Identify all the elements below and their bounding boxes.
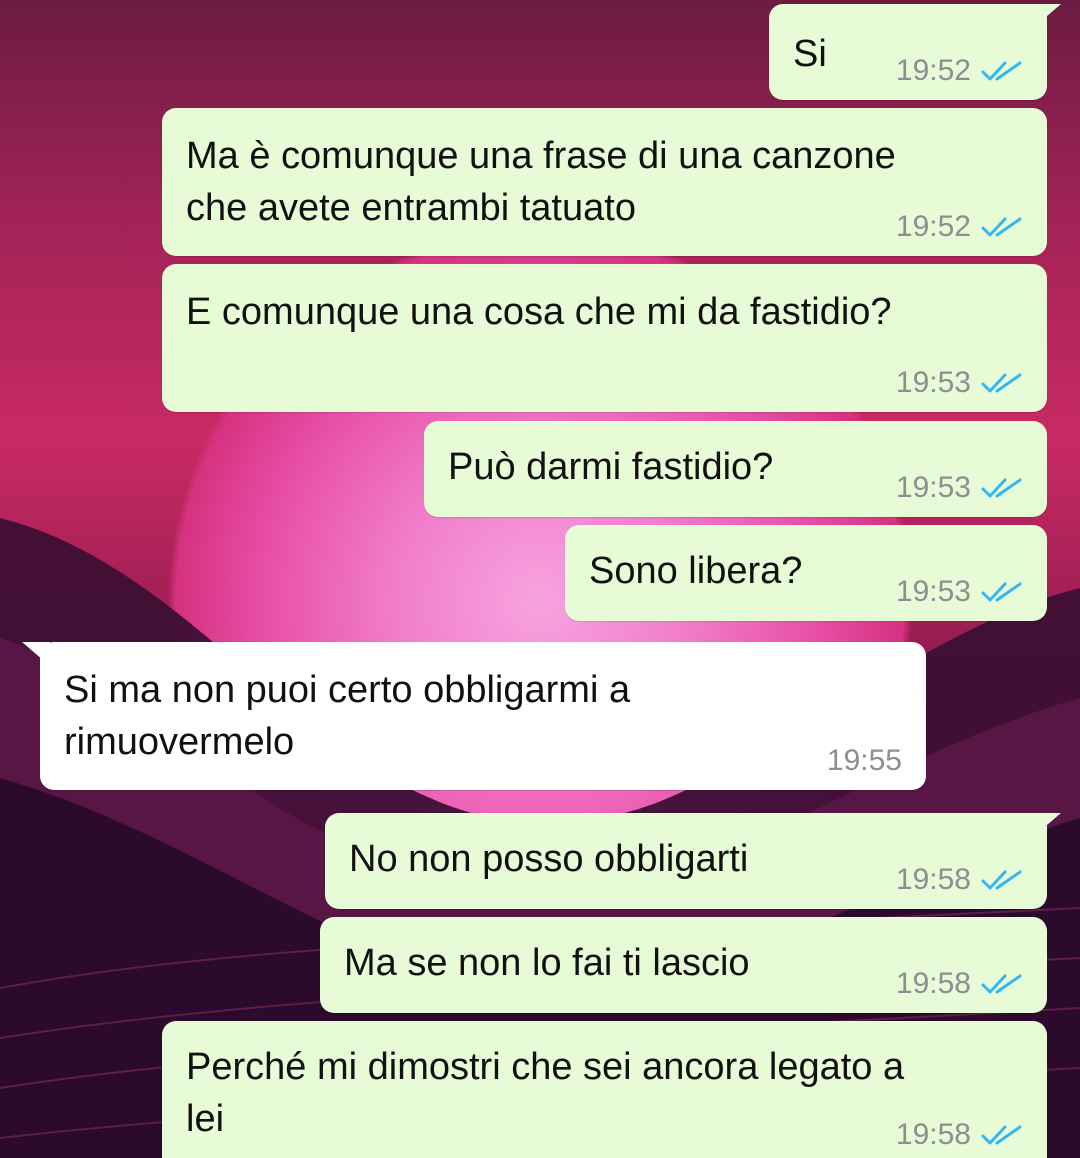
message-time: 19:52 <box>895 54 971 87</box>
message-meta: 19:53 <box>896 577 1023 607</box>
message-bubble[interactable]: Si ma non puoi certo obbligarmi a rimuov… <box>22 642 926 790</box>
message-text: E comunque una cosa che mi da fastidio? <box>186 291 892 333</box>
double-check-icon <box>981 373 1022 393</box>
message-meta: 19:58 <box>896 1120 1023 1150</box>
message-text: Si ma non puoi certo obbligarmi a rimuov… <box>64 669 631 763</box>
message-time: 19:53 <box>895 575 971 608</box>
message-time: 19:52 <box>895 210 971 243</box>
double-check-icon <box>981 478 1022 498</box>
message-meta: 19:53 <box>896 473 1023 503</box>
message-bubble[interactable]: Ma è comunque una frase di una canzone c… <box>162 108 1047 256</box>
double-check-icon <box>981 582 1022 602</box>
double-check-icon <box>981 1125 1022 1145</box>
message-bubble[interactable]: Perché mi dimostri che sei ancora legato… <box>162 1021 1047 1158</box>
message-time: 19:58 <box>895 863 971 896</box>
bubble-tail-icon <box>1033 813 1061 837</box>
message-time: 19:58 <box>895 1118 971 1151</box>
message-time: 19:53 <box>895 471 971 504</box>
bubble-tail-icon <box>1033 4 1061 28</box>
chat-thread: Si 19:52 Ma è comunque una frase di una … <box>0 0 1080 1158</box>
message-bubble[interactable]: Sono libera? 19:53 <box>565 525 1047 621</box>
message-bubble[interactable]: E comunque una cosa che mi da fastidio? … <box>162 264 1047 412</box>
message-time: 19:53 <box>895 366 971 399</box>
message-bubble[interactable]: No non posso obbligarti 19:58 <box>325 813 1061 909</box>
message-meta: 19:58 <box>896 969 1023 999</box>
double-check-icon <box>981 217 1022 237</box>
message-bubble[interactable]: Si 19:52 <box>769 4 1061 100</box>
message-meta: 19:52 <box>896 56 1023 86</box>
double-check-icon <box>981 870 1022 890</box>
message-time: 19:55 <box>826 744 902 777</box>
message-meta: 19:53 <box>896 368 1023 398</box>
message-meta: 19:52 <box>896 212 1023 242</box>
bubble-tail-icon <box>22 642 50 666</box>
message-time: 19:58 <box>895 967 971 1000</box>
message-bubble[interactable]: Ma se non lo fai ti lascio 19:58 <box>320 917 1047 1013</box>
message-bubble[interactable]: Può darmi fastidio? 19:53 <box>424 421 1047 517</box>
double-check-icon <box>981 61 1022 81</box>
message-meta: 19:55 <box>827 746 902 776</box>
message-meta: 19:58 <box>896 865 1023 895</box>
double-check-icon <box>981 974 1022 994</box>
